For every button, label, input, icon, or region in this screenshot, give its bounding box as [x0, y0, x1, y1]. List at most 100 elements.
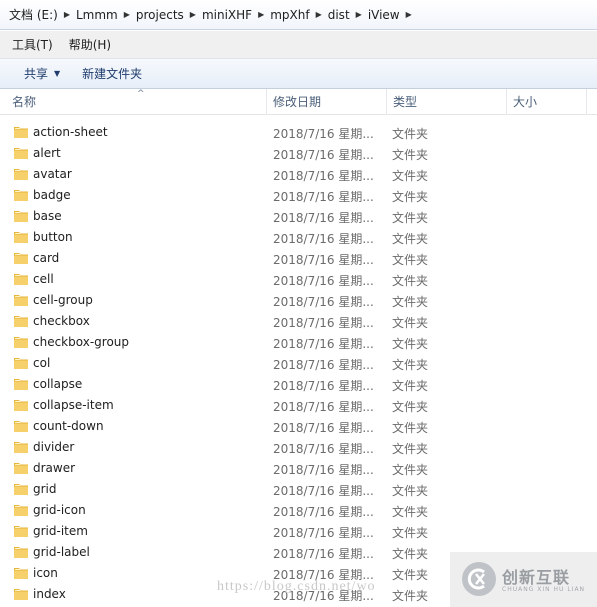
- item-name: collapse: [33, 377, 83, 391]
- list-item[interactable]: collapse 2018/7/16 星期... 文件夹: [0, 374, 597, 395]
- item-name: button: [33, 230, 73, 244]
- item-date: 2018/7/16 星期...: [273, 211, 374, 225]
- item-date: 2018/7/16 星期...: [273, 484, 374, 498]
- column-header-size[interactable]: 大小: [507, 89, 587, 115]
- column-header-date[interactable]: 修改日期: [267, 89, 387, 115]
- chevron-right-icon[interactable]: ▶: [313, 10, 325, 19]
- list-item[interactable]: drawer 2018/7/16 星期... 文件夹: [0, 458, 597, 479]
- breadcrumb-item[interactable]: iView ▶: [365, 0, 415, 30]
- list-item[interactable]: count-down 2018/7/16 星期... 文件夹: [0, 416, 597, 437]
- breadcrumb-item[interactable]: dist ▶: [325, 0, 365, 30]
- menu-item-tools[interactable]: 工具(T): [4, 36, 61, 53]
- chevron-right-icon[interactable]: ▶: [61, 10, 73, 19]
- menu-bar: 工具(T) 帮助(H): [0, 31, 597, 59]
- chevron-right-icon[interactable]: ▶: [403, 10, 415, 19]
- item-name: checkbox: [33, 314, 90, 328]
- folder-icon: [13, 125, 29, 139]
- item-name: avatar: [33, 167, 72, 181]
- item-type: 文件夹: [392, 232, 429, 246]
- chevron-right-icon[interactable]: ▶: [187, 10, 199, 19]
- item-name: alert: [33, 146, 61, 160]
- menu-item-help[interactable]: 帮助(H): [61, 36, 119, 53]
- item-name: icon: [33, 566, 58, 580]
- item-type: 文件夹: [392, 400, 429, 414]
- breadcrumb-item[interactable]: projects ▶: [133, 0, 199, 30]
- item-name: checkbox-group: [33, 335, 130, 349]
- item-type: 文件夹: [392, 148, 429, 162]
- item-name: collapse-item: [33, 398, 114, 412]
- item-name: grid-icon: [33, 503, 86, 517]
- item-name: col: [33, 356, 51, 370]
- item-name: count-down: [33, 419, 104, 433]
- item-type: 文件夹: [392, 253, 429, 267]
- watermark-url: https://blog.csdn.net/wo: [217, 579, 376, 594]
- folder-icon: [13, 272, 29, 286]
- breadcrumb-item[interactable]: 文档 (E:) ▶: [6, 0, 73, 30]
- folder-icon: [13, 335, 29, 349]
- folder-icon: [13, 356, 29, 370]
- list-item[interactable]: badge 2018/7/16 星期... 文件夹: [0, 185, 597, 206]
- folder-icon: [13, 251, 29, 265]
- item-type: 文件夹: [392, 337, 429, 351]
- list-item[interactable]: checkbox-group 2018/7/16 星期... 文件夹: [0, 332, 597, 353]
- column-header-type[interactable]: 类型: [387, 89, 507, 115]
- item-name: cell-group: [33, 293, 93, 307]
- list-item[interactable]: grid 2018/7/16 星期... 文件夹: [0, 479, 597, 500]
- column-header-date-label: 修改日期: [273, 95, 322, 109]
- list-item[interactable]: action-sheet 2018/7/16 星期... 文件夹: [0, 122, 597, 143]
- caret-down-icon: ▼: [54, 69, 61, 78]
- item-type: 文件夹: [392, 505, 429, 519]
- item-date: 2018/7/16 星期...: [273, 358, 374, 372]
- list-item[interactable]: collapse-item 2018/7/16 星期... 文件夹: [0, 395, 597, 416]
- address-bar[interactable]: 文档 (E:) ▶ Lmmm ▶ projects ▶ miniXHF ▶ mpXhf ▶ dist…: [0, 0, 597, 30]
- breadcrumb-label: projects: [135, 7, 184, 22]
- folder-icon: [13, 482, 29, 496]
- item-date: 2018/7/16 星期...: [273, 400, 374, 414]
- chevron-right-icon[interactable]: ▶: [353, 10, 365, 19]
- watermark-brand: 创新互联: [502, 568, 571, 587]
- breadcrumb-item[interactable]: miniXHF ▶: [199, 0, 267, 30]
- item-type: 文件夹: [392, 274, 429, 288]
- chevron-right-icon[interactable]: ▶: [121, 10, 133, 19]
- folder-icon: [13, 461, 29, 475]
- folder-icon: [13, 419, 29, 433]
- column-header-name[interactable]: 名称 ^: [6, 89, 267, 115]
- breadcrumb-item[interactable]: Lmmm ▶: [73, 0, 133, 30]
- list-item[interactable]: grid-item 2018/7/16 星期... 文件夹: [0, 521, 597, 542]
- item-date: 2018/7/16 星期...: [273, 169, 374, 183]
- list-item[interactable]: button 2018/7/16 星期... 文件夹: [0, 227, 597, 248]
- breadcrumb-item[interactable]: mpXhf ▶: [267, 0, 325, 30]
- item-type: 文件夹: [392, 463, 429, 477]
- list-item[interactable]: avatar 2018/7/16 星期... 文件夹: [0, 164, 597, 185]
- item-type: 文件夹: [392, 190, 429, 204]
- item-type: 文件夹: [392, 295, 429, 309]
- list-item[interactable]: cell-group 2018/7/16 星期... 文件夹: [0, 290, 597, 311]
- list-item[interactable]: checkbox 2018/7/16 星期... 文件夹: [0, 311, 597, 332]
- chevron-right-icon[interactable]: ▶: [255, 10, 267, 19]
- item-type: 文件夹: [392, 127, 429, 141]
- list-item[interactable]: alert 2018/7/16 星期... 文件夹: [0, 143, 597, 164]
- share-button[interactable]: 共享 ▼: [16, 59, 68, 89]
- watermark-brand-sub: CHUANG XIN HU LIAN: [502, 586, 586, 593]
- list-item[interactable]: card 2018/7/16 星期... 文件夹: [0, 248, 597, 269]
- item-date: 2018/7/16 星期...: [273, 253, 374, 267]
- folder-icon: [13, 503, 29, 517]
- list-item[interactable]: col 2018/7/16 星期... 文件夹: [0, 353, 597, 374]
- column-header-row: 名称 ^ 修改日期 类型 大小: [0, 89, 597, 115]
- item-date: 2018/7/16 星期...: [273, 379, 374, 393]
- item-date: 2018/7/16 星期...: [273, 190, 374, 204]
- breadcrumb-label: dist: [327, 7, 350, 22]
- item-date: 2018/7/16 星期...: [273, 148, 374, 162]
- list-item[interactable]: base 2018/7/16 星期... 文件夹: [0, 206, 597, 227]
- item-date: 2018/7/16 星期...: [273, 232, 374, 246]
- item-type: 文件夹: [392, 316, 429, 330]
- column-header-name-label: 名称: [12, 95, 37, 109]
- list-item[interactable]: grid-icon 2018/7/16 星期... 文件夹: [0, 500, 597, 521]
- list-item[interactable]: cell 2018/7/16 星期... 文件夹: [0, 269, 597, 290]
- list-item[interactable]: divider 2018/7/16 星期... 文件夹: [0, 437, 597, 458]
- sort-up-icon: ^: [137, 89, 145, 99]
- item-name: grid-label: [33, 545, 90, 559]
- breadcrumb-label: mpXhf: [270, 7, 310, 22]
- column-header-size-label: 大小: [513, 95, 538, 109]
- folder-icon: [13, 167, 29, 181]
